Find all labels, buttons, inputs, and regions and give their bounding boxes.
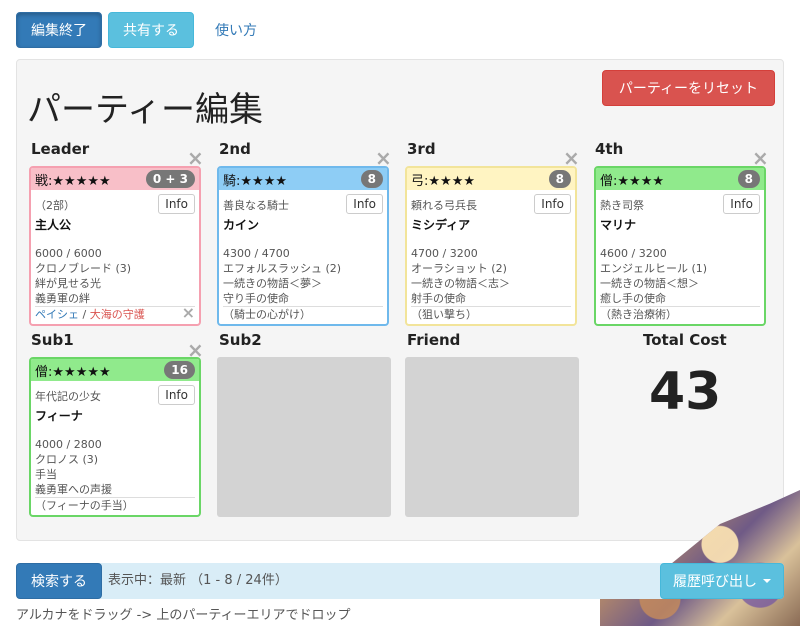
display-status: 表示中：最新 （1 - 8 / 24件）	[108, 573, 288, 588]
skill: オーラショット (2)	[411, 262, 507, 275]
sub2-empty-slot[interactable]	[217, 357, 391, 517]
card-leader[interactable]: 戦:★★★★★ 0 + 3 Info （2部） 主人公 6000 / 6000 …	[29, 166, 201, 326]
search-button[interactable]: 検索する	[16, 563, 102, 599]
card-body: Info 年代記の少女 フィーナ 4000 / 2800 クロノス (3) 手当…	[31, 381, 199, 497]
ability-1: 一続きの物語＜想＞	[600, 277, 699, 290]
drag-hint: アルカナをドラッグ -> 上のパーティーエリアでドロップ	[16, 608, 351, 623]
history-label: 履歴呼び出し	[673, 574, 757, 590]
reset-party-button[interactable]: パーティーをリセット	[601, 70, 775, 106]
ability-1: 手当	[35, 468, 57, 481]
remove-weapon-icon[interactable]: ×	[182, 305, 195, 321]
remove-4th-icon[interactable]: ×	[752, 148, 769, 168]
how-to-link[interactable]: 使い方	[200, 12, 272, 48]
top-toolbar: 編集終了 共有する 使い方	[16, 12, 272, 48]
weapon-link[interactable]: ペイシェ	[35, 308, 79, 321]
remove-3rd-icon[interactable]: ×	[563, 148, 580, 168]
hp-atk: 4600 / 3200	[600, 247, 667, 260]
ability-1: 一続きの物語＜夢＞	[223, 277, 322, 290]
slot-label-sub2: Sub2	[219, 331, 262, 349]
skill: エフォルスラッシュ (2)	[223, 262, 342, 275]
card-footer: （フィーナの手当）	[35, 497, 195, 514]
cost-badge: 8	[737, 170, 760, 188]
ability-2: 義勇軍の絆	[35, 292, 90, 305]
friend-empty-slot[interactable]	[405, 357, 579, 517]
info-button[interactable]: Info	[158, 194, 195, 214]
hp-atk: 4700 / 3200	[411, 247, 478, 260]
card-name: ミシディア	[411, 218, 471, 232]
remove-leader-icon[interactable]: ×	[187, 148, 204, 168]
finish-edit-button[interactable]: 編集終了	[16, 12, 102, 48]
ability-2: 射手の使命	[411, 292, 466, 305]
card-name: カイン	[223, 218, 260, 232]
ability-2: 守り手の使命	[223, 292, 289, 305]
class-rarity: 騎:★★★★	[223, 173, 287, 189]
card-body: Info （2部） 主人公 6000 / 6000 クロノブレード (3) 絆が…	[31, 190, 199, 306]
info-button[interactable]: Info	[723, 194, 760, 214]
card-footer: （騎士の心がけ）	[223, 306, 383, 323]
remove-sub1-icon[interactable]: ×	[187, 340, 204, 360]
cost-badge: 16	[164, 361, 195, 379]
card-name: フィーナ	[35, 409, 83, 423]
card-stats: 4300 / 4700 エフォルスラッシュ (2) 一続きの物語＜夢＞ 守り手の…	[223, 246, 381, 306]
card-header: 戦:★★★★★ 0 + 3	[31, 168, 199, 190]
card-header: 僧:★★★★★ 16	[31, 359, 199, 381]
class-rarity: 僧:★★★★★	[35, 364, 111, 380]
card-stats: 4600 / 3200 エンジェルヒール (1) 一続きの物語＜想＞ 癒し手の使…	[600, 246, 758, 306]
ability-2: 義勇軍への声援	[35, 483, 112, 496]
slot-label-sub1: Sub1	[31, 331, 74, 349]
card-sub1[interactable]: 僧:★★★★★ 16 Info 年代記の少女 フィーナ 4000 / 2800 …	[29, 357, 201, 517]
search-bar: 検索する 表示中：最新 （1 - 8 / 24件） 履歴呼び出し	[16, 563, 784, 599]
hp-atk: 4300 / 4700	[223, 247, 290, 260]
skill: クロノス (3)	[35, 453, 99, 466]
hp-atk: 4000 / 2800	[35, 438, 102, 451]
card-stats: 4000 / 2800 クロノス (3) 手当 義勇軍への声援	[35, 437, 193, 497]
ability-1: 絆が見せる光	[35, 277, 101, 290]
card-header: 僧:★★★★ 8	[596, 168, 764, 190]
foot-separator: /	[79, 308, 90, 321]
card-body: Info 熱き司祭 マリナ 4600 / 3200 エンジェルヒール (1) 一…	[596, 190, 764, 306]
class-rarity: 戦:★★★★★	[35, 173, 111, 189]
history-dropdown-button[interactable]: 履歴呼び出し	[660, 563, 784, 599]
card-body: Info 頼れる弓兵長 ミシディア 4700 / 3200 オーラショット (2…	[407, 190, 575, 306]
card-footer: （狙い撃ち）	[411, 306, 571, 323]
card-stats: 4700 / 3200 オーラショット (2) 一続きの物語＜志＞ 射手の使命	[411, 246, 569, 306]
slot-label-friend: Friend	[407, 331, 461, 349]
info-button[interactable]: Info	[346, 194, 383, 214]
caret-down-icon	[763, 579, 771, 583]
slot-label-2nd: 2nd	[219, 140, 251, 158]
total-cost-value: 43	[649, 362, 722, 422]
card-name: マリナ	[600, 218, 637, 232]
card-stats: 6000 / 6000 クロノブレード (3) 絆が見せる光 義勇軍の絆	[35, 246, 193, 306]
class-rarity: 弓:★★★★	[411, 173, 475, 189]
cost-badge: 8	[548, 170, 571, 188]
card-2nd[interactable]: 騎:★★★★ 8 Info 善良なる騎士 カイン 4300 / 4700 エフォ…	[217, 166, 389, 326]
skill: クロノブレード (3)	[35, 262, 132, 275]
total-cost-label: Total Cost	[643, 331, 727, 349]
page-title: パーティー編集	[27, 90, 263, 130]
skill: エンジェルヒール (1)	[600, 262, 708, 275]
card-name: 主人公	[35, 218, 72, 232]
party-panel: パーティー編集 パーティーをリセット Leader 2nd 3rd 4th × …	[16, 59, 784, 541]
card-header: 騎:★★★★ 8	[219, 168, 387, 190]
card-4th[interactable]: 僧:★★★★ 8 Info 熱き司祭 マリナ 4600 / 3200 エンジェル…	[594, 166, 766, 326]
info-button[interactable]: Info	[158, 385, 195, 405]
cost-badge: 8	[360, 170, 383, 188]
info-button[interactable]: Info	[534, 194, 571, 214]
card-3rd[interactable]: 弓:★★★★ 8 Info 頼れる弓兵長 ミシディア 4700 / 3200 オ…	[405, 166, 577, 326]
hp-atk: 6000 / 6000	[35, 247, 102, 260]
ability-2: 癒し手の使命	[600, 292, 666, 305]
slot-label-leader: Leader	[31, 140, 90, 158]
ability-1: 一続きの物語＜志＞	[411, 277, 510, 290]
card-footer: （熱き治療術）	[600, 306, 760, 323]
slot-label-3rd: 3rd	[407, 140, 436, 158]
card-footer: ペイシェ / 大海の守護 ×	[35, 305, 195, 323]
cost-badge: 0 + 3	[145, 170, 195, 188]
weapon-skill: 大海の守護	[89, 308, 145, 321]
remove-2nd-icon[interactable]: ×	[375, 148, 392, 168]
share-button[interactable]: 共有する	[108, 12, 194, 48]
card-body: Info 善良なる騎士 カイン 4300 / 4700 エフォルスラッシュ (2…	[219, 190, 387, 306]
card-header: 弓:★★★★ 8	[407, 168, 575, 190]
slot-label-4th: 4th	[595, 140, 624, 158]
class-rarity: 僧:★★★★	[600, 173, 664, 189]
